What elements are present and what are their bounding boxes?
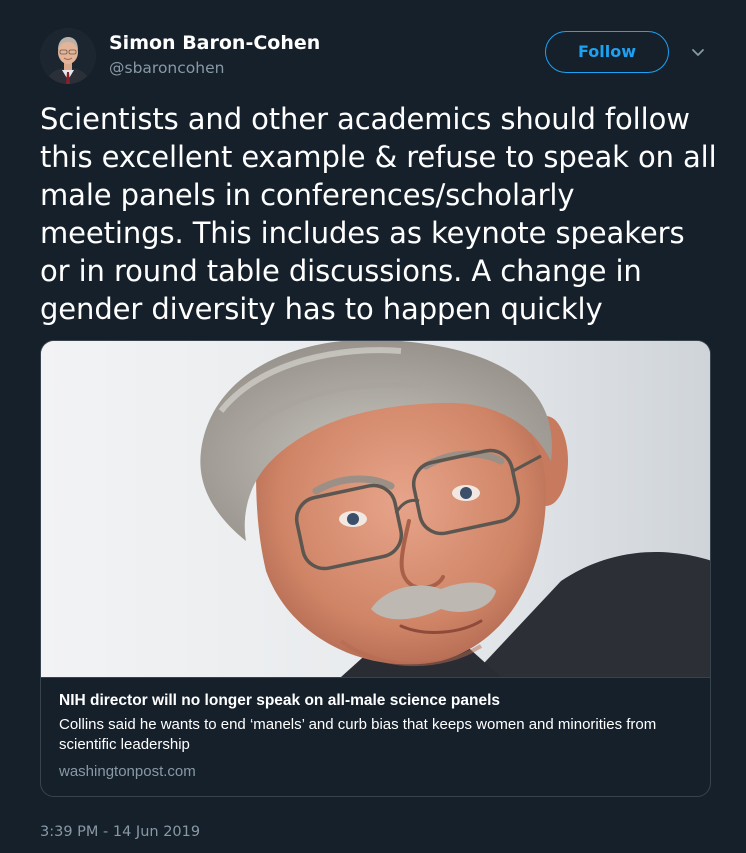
tweet-timestamp[interactable]: 3:39 PM - 14 Jun 2019 [40, 822, 200, 842]
tweet-header: Simon Baron-Cohen @sbaroncohen Follow [40, 28, 720, 88]
card-body[interactable]: NIH director will no longer speak on all… [41, 677, 710, 796]
tweet: Simon Baron-Cohen @sbaroncohen Follow Sc… [0, 0, 746, 853]
follow-button[interactable]: Follow [545, 31, 669, 73]
author-handle[interactable]: @sbaroncohen [109, 57, 320, 79]
tweet-text: Scientists and other academics should fo… [40, 102, 717, 326]
link-card[interactable]: NIH director will no longer speak on all… [40, 340, 711, 797]
avatar[interactable] [40, 28, 96, 84]
chevron-down-icon[interactable] [688, 42, 708, 62]
card-description: Collins said he wants to end ‘manels’ an… [59, 716, 657, 753]
author-display-name[interactable]: Simon Baron-Cohen [109, 30, 320, 56]
author-names: Simon Baron-Cohen @sbaroncohen [109, 30, 320, 79]
card-image[interactable] [41, 341, 710, 677]
card-domain: washingtonpost.com [59, 763, 196, 780]
card-title[interactable]: NIH director will no longer speak on all… [59, 691, 694, 711]
